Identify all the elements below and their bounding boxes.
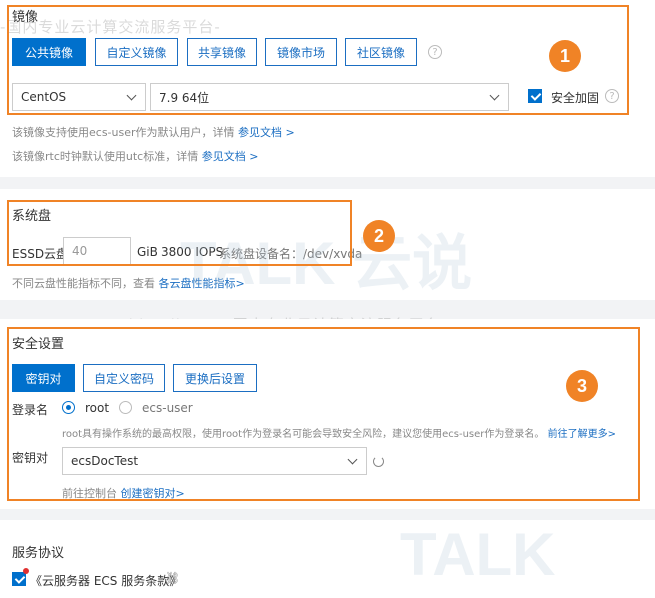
security-section: 安全设置 密钥对 自定义密码 更换后设置 登录名 root ecs-user r… [0, 319, 655, 509]
ecs-user-hint: 该镜像支持使用ecs-user作为默认用户，详情 参见文档 > [12, 126, 295, 139]
chevron-down-icon [347, 454, 358, 465]
keypair-select[interactable]: ecsDocTest [62, 447, 367, 475]
agreement-checkbox[interactable] [12, 572, 26, 586]
help-icon[interactable]: ? [605, 89, 619, 103]
agreement-link[interactable]: 《云服务器 ECS 服务条款》 [30, 572, 181, 589]
tab-keypair[interactable]: 密钥对 [12, 364, 75, 392]
radio-root[interactable] [62, 401, 75, 414]
annotation-badge-2: 2 [363, 220, 395, 252]
radio-ecs-user-label: ecs-user [142, 401, 193, 415]
version-select[interactable]: 7.9 64位 [150, 83, 509, 111]
disk-unit: GiB [137, 245, 158, 259]
tab-community-image[interactable]: 社区镜像 [345, 38, 417, 66]
keypair-label: 密钥对 [12, 451, 49, 465]
watermark-brand: TALK [400, 521, 556, 588]
link-icon: ⛓ [165, 571, 181, 585]
refresh-icon[interactable] [373, 456, 384, 467]
chevron-down-icon [489, 90, 500, 101]
annotation-badge-1: 1 [549, 40, 581, 72]
radio-root-label: root [85, 401, 110, 415]
tab-set-later[interactable]: 更换后设置 [173, 364, 257, 392]
learn-more-link[interactable]: 前往了解更多> [548, 429, 616, 440]
docs-link[interactable]: 参见文档 > [202, 150, 259, 163]
system-disk-section: 系统盘 ESSD云盘 40 GiB 3800 IOPS 系统盘设备名：/dev/… [0, 189, 655, 300]
login-name-label: 登录名 [12, 403, 49, 417]
tab-custom-image[interactable]: 自定义镜像 [95, 38, 178, 66]
os-select-value: CentOS [21, 90, 67, 104]
agreement-section: 服务协议 《云服务器 ECS 服务条款》 ⛓ TALK [0, 520, 655, 598]
version-select-value: 7.9 64位 [159, 90, 210, 105]
disk-metrics-link[interactable]: 各云盘性能指标> [159, 277, 245, 290]
security-hardening-label: 安全加固 [551, 91, 600, 105]
os-select[interactable]: CentOS [12, 83, 146, 111]
radio-ecs-user[interactable] [119, 401, 132, 414]
rtc-hint: 该镜像rtc时钟默认使用utc标准，详情 参见文档 > [12, 150, 259, 163]
chevron-down-icon [126, 90, 137, 101]
create-keypair-link[interactable]: 创建密钥对> [121, 487, 185, 500]
keypair-select-value: ecsDocTest [71, 454, 139, 468]
disk-type-label: ESSD云盘 [12, 247, 69, 261]
tab-shared-image[interactable]: 共享镜像 [187, 38, 257, 66]
disk-size-input[interactable]: 40 [63, 237, 131, 265]
security-hardening-checkbox[interactable] [528, 89, 542, 103]
help-icon[interactable]: ? [428, 45, 442, 59]
console-hint: 前往控制台 创建密钥对> [62, 487, 185, 500]
tab-custom-password[interactable]: 自定义密码 [83, 364, 165, 392]
system-disk-title: 系统盘 [12, 209, 52, 224]
disk-hint: 不同云盘性能指标不同，查看 各云盘性能指标> [12, 277, 245, 290]
tab-image-market[interactable]: 镜像市场 [265, 38, 337, 66]
image-section: 镜像 -国内专业云计算交流服务平台- 公共镜像 自定义镜像 共享镜像 镜像市场 … [0, 0, 655, 177]
disk-iops: 3800 IOPS [161, 245, 224, 259]
image-section-title: 镜像 [12, 10, 39, 25]
annotation-badge-3: 3 [566, 370, 598, 402]
agreement-title: 服务协议 [12, 546, 65, 561]
login-hint: root具有操作系统的最高权限，使用root作为登录名可能会导致安全风险，建议您… [62, 429, 616, 440]
tab-public-image[interactable]: 公共镜像 [12, 38, 86, 66]
security-title: 安全设置 [12, 337, 65, 352]
required-dot [23, 568, 29, 574]
disk-device-name: 系统盘设备名：/dev/xvda [219, 247, 363, 261]
docs-link[interactable]: 参见文档 > [238, 126, 295, 139]
